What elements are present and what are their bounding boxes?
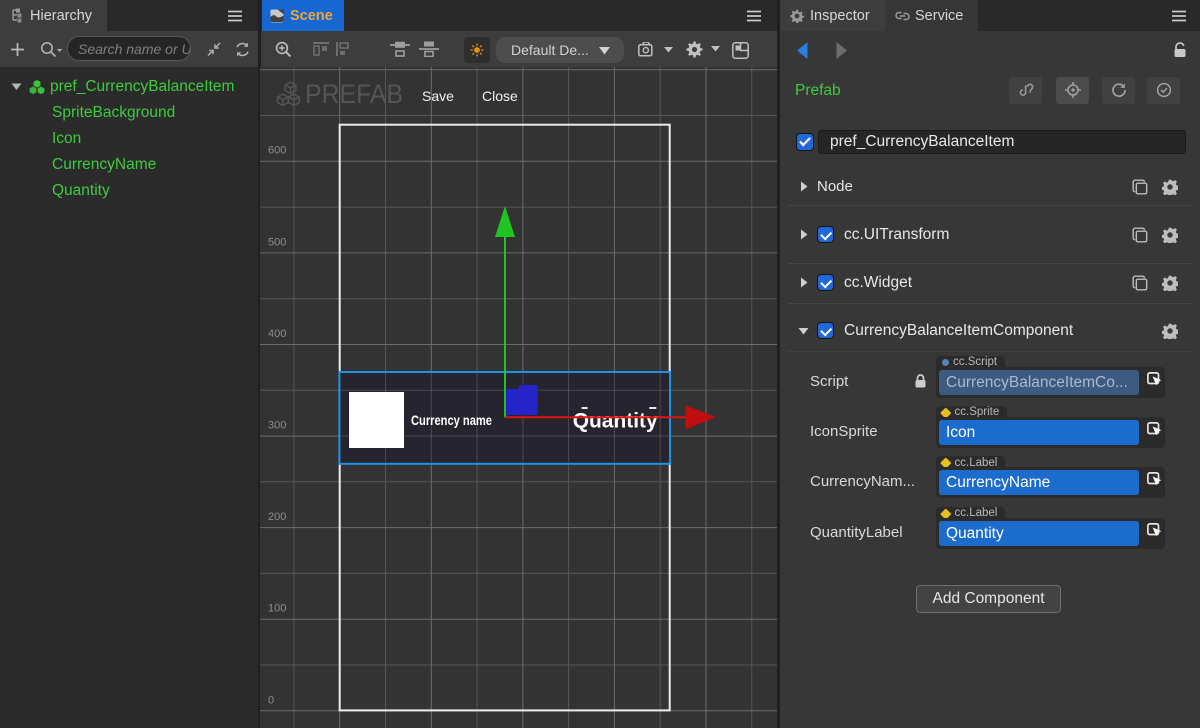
- svg-text:Quantity: Quantity: [573, 410, 658, 433]
- svg-text:Currency name: Currency name: [411, 413, 492, 428]
- svg-text:400: 400: [268, 328, 286, 340]
- svg-text:100: 100: [268, 603, 286, 615]
- svg-text:500: 500: [268, 236, 286, 248]
- svg-text:600: 600: [268, 145, 286, 157]
- svg-text:0: 0: [268, 694, 274, 706]
- svg-text:300: 300: [268, 420, 286, 432]
- svg-text:200: 200: [268, 511, 286, 523]
